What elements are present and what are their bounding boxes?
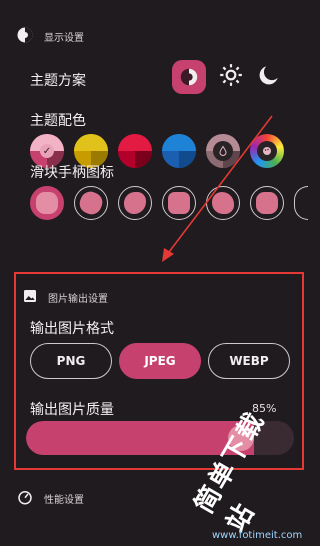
format-png-button[interactable]: PNG	[30, 343, 112, 379]
sun-icon[interactable]	[218, 62, 244, 92]
output-quality-label: 输出图片质量	[30, 402, 114, 418]
performance-title: 性能设置	[44, 495, 84, 506]
slider-handle-label: 滑块手柄图标	[30, 165, 114, 181]
format-jpeg-button[interactable]: JPEG	[119, 343, 201, 379]
theme-color-label: 主题配色	[30, 113, 86, 129]
watermark-url: www.fotimeit.com	[212, 530, 303, 541]
image-output-title: 图片输出设置	[48, 294, 108, 305]
brightness-icon	[16, 26, 34, 47]
format-webp-button[interactable]: WEBP	[208, 343, 290, 379]
performance-header: 性能设置	[16, 488, 84, 509]
output-format-label: 输出图片格式	[30, 321, 114, 337]
handle-flower[interactable]	[30, 186, 64, 220]
swatch-crimson[interactable]	[118, 134, 152, 168]
moon-icon[interactable]	[256, 62, 282, 92]
auto-theme-icon[interactable]	[172, 60, 206, 94]
handle-blob[interactable]	[118, 186, 152, 220]
check-icon: ✓	[40, 144, 54, 158]
speedometer-icon	[16, 488, 34, 509]
display-settings-header: 显示设置	[16, 26, 84, 47]
theme-scheme-label: 主题方案	[30, 73, 86, 89]
display-settings-title: 显示设置	[44, 33, 84, 44]
image-output-header: 图片输出设置	[22, 288, 108, 307]
handle-sunburst[interactable]	[74, 186, 108, 220]
image-icon	[22, 288, 38, 307]
annotation-arrow	[162, 115, 273, 262]
theme-scheme-options	[172, 60, 282, 94]
handle-partial[interactable]	[294, 186, 308, 220]
